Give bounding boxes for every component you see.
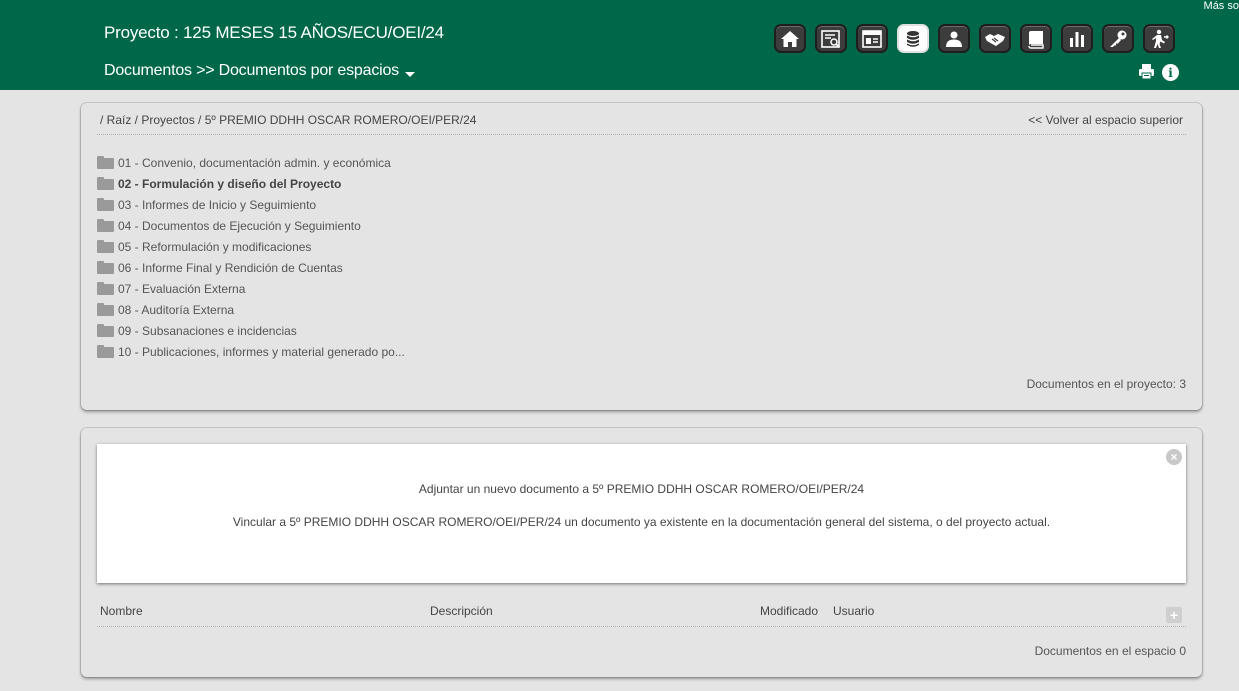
print-icon[interactable] xyxy=(1138,63,1155,80)
folder-item[interactable]: 02 - Formulación y diseño del Proyecto xyxy=(97,173,405,194)
divider xyxy=(97,134,1186,135)
database-icon xyxy=(907,30,919,47)
add-icon[interactable]: + xyxy=(1166,607,1182,623)
section-title: Documentos >> Documentos por espacios xyxy=(104,62,399,79)
folder-label: 09 - Subsanaciones e incidencias xyxy=(118,323,297,338)
key-icon xyxy=(1110,30,1127,47)
folder-item[interactable]: 08 - Auditoría Externa xyxy=(97,299,405,320)
folder-icon xyxy=(97,198,114,211)
folder-item[interactable]: 07 - Evaluación Externa xyxy=(97,278,405,299)
folder-icon xyxy=(97,177,114,190)
folder-item[interactable]: 03 - Informes de Inicio y Seguimiento xyxy=(97,194,405,215)
attach-new-document-link[interactable]: Adjuntar un nuevo documento a 5º PREMIO … xyxy=(97,482,1186,496)
search-document-icon xyxy=(821,29,840,48)
project-document-count: Documentos en el proyecto: 3 xyxy=(1026,377,1186,391)
logout-button[interactable] xyxy=(1143,24,1175,53)
column-header-name[interactable]: Nombre xyxy=(100,604,143,618)
caret-down-icon xyxy=(404,71,415,77)
column-header-description[interactable]: Descripción xyxy=(430,604,493,618)
search-documents-button[interactable] xyxy=(815,24,847,53)
folder-label: 01 - Convenio, documentación admin. y ec… xyxy=(118,155,391,170)
reports-button[interactable] xyxy=(1061,24,1093,53)
documents-button[interactable] xyxy=(897,24,929,53)
folder-list: 01 - Convenio, documentación admin. y ec… xyxy=(97,152,405,362)
settings-button[interactable] xyxy=(1102,24,1134,53)
folder-item[interactable]: 06 - Informe Final y Rendición de Cuenta… xyxy=(97,257,405,278)
link-existing-document-link[interactable]: Vincular a 5º PREMIO DDHH OSCAR ROMERO/O… xyxy=(97,515,1186,529)
back-to-parent-link[interactable]: << Volver al espacio superior xyxy=(1028,113,1183,127)
folder-icon xyxy=(97,156,114,169)
space-document-count: Documentos en el espacio 0 xyxy=(1034,644,1186,658)
folder-icon xyxy=(97,219,114,232)
breadcrumb: / Raíz / Proyectos / 5º PREMIO DDHH OSCA… xyxy=(100,113,477,127)
calendar-icon xyxy=(862,29,882,48)
home-button[interactable] xyxy=(774,24,806,53)
book-icon xyxy=(1028,30,1044,49)
folder-label: 05 - Reformulación y modificaciones xyxy=(118,239,312,254)
divider xyxy=(97,626,1186,627)
folder-icon xyxy=(97,345,114,358)
exit-icon xyxy=(1152,29,1169,48)
app-header: Proyecto : 125 MESES 15 AÑOS/ECU/OEI/24 … xyxy=(0,0,1239,90)
folder-item[interactable]: 04 - Documentos de Ejecución y Seguimien… xyxy=(97,215,405,236)
folder-icon xyxy=(97,261,114,274)
folder-label: 10 - Publicaciones, informes y material … xyxy=(118,344,405,359)
partners-button[interactable] xyxy=(979,24,1011,53)
folder-icon xyxy=(97,282,114,295)
folder-label: 02 - Formulación y diseño del Proyecto xyxy=(118,176,342,191)
folder-item[interactable]: 09 - Subsanaciones e incidencias xyxy=(97,320,405,341)
handshake-icon xyxy=(985,33,1005,46)
folder-item[interactable]: 01 - Convenio, documentación admin. y ec… xyxy=(97,152,405,173)
project-title: Proyecto : 125 MESES 15 AÑOS/ECU/OEI/24 xyxy=(104,23,444,42)
library-button[interactable] xyxy=(1020,24,1052,53)
attach-document-box: × Adjuntar un nuevo documento a 5º PREMI… xyxy=(97,444,1186,583)
bar-chart-icon xyxy=(1070,31,1084,47)
folder-item[interactable]: 10 - Publicaciones, informes y material … xyxy=(97,341,405,362)
folder-label: 07 - Evaluación Externa xyxy=(118,281,246,296)
folder-label: 08 - Auditoría Externa xyxy=(118,302,235,317)
more-link[interactable]: Más so xyxy=(1204,0,1239,12)
user-icon xyxy=(946,31,962,47)
folder-label: 04 - Documentos de Ejecución y Seguimien… xyxy=(118,218,361,233)
documents-panel: × Adjuntar un nuevo documento a 5º PREMI… xyxy=(81,428,1202,677)
calendar-button[interactable] xyxy=(856,24,888,53)
close-icon[interactable]: × xyxy=(1166,449,1182,465)
folder-label: 03 - Informes de Inicio y Seguimiento xyxy=(118,197,317,212)
folder-item[interactable]: 05 - Reformulación y modificaciones xyxy=(97,236,405,257)
users-button[interactable] xyxy=(938,24,970,53)
folder-icon xyxy=(97,240,114,253)
section-dropdown[interactable]: Documentos >> Documentos por espacios xyxy=(104,62,415,80)
main-toolbar xyxy=(774,24,1175,53)
home-icon xyxy=(781,30,799,47)
column-header-modified[interactable]: Modificado xyxy=(760,604,818,618)
folder-icon xyxy=(97,303,114,316)
folder-icon xyxy=(97,324,114,337)
folder-explorer-panel: / Raíz / Proyectos / 5º PREMIO DDHH OSCA… xyxy=(81,103,1202,410)
info-icon[interactable]: i xyxy=(1162,64,1179,81)
column-header-user[interactable]: Usuario xyxy=(833,604,874,618)
folder-label: 06 - Informe Final y Rendición de Cuenta… xyxy=(118,260,343,275)
